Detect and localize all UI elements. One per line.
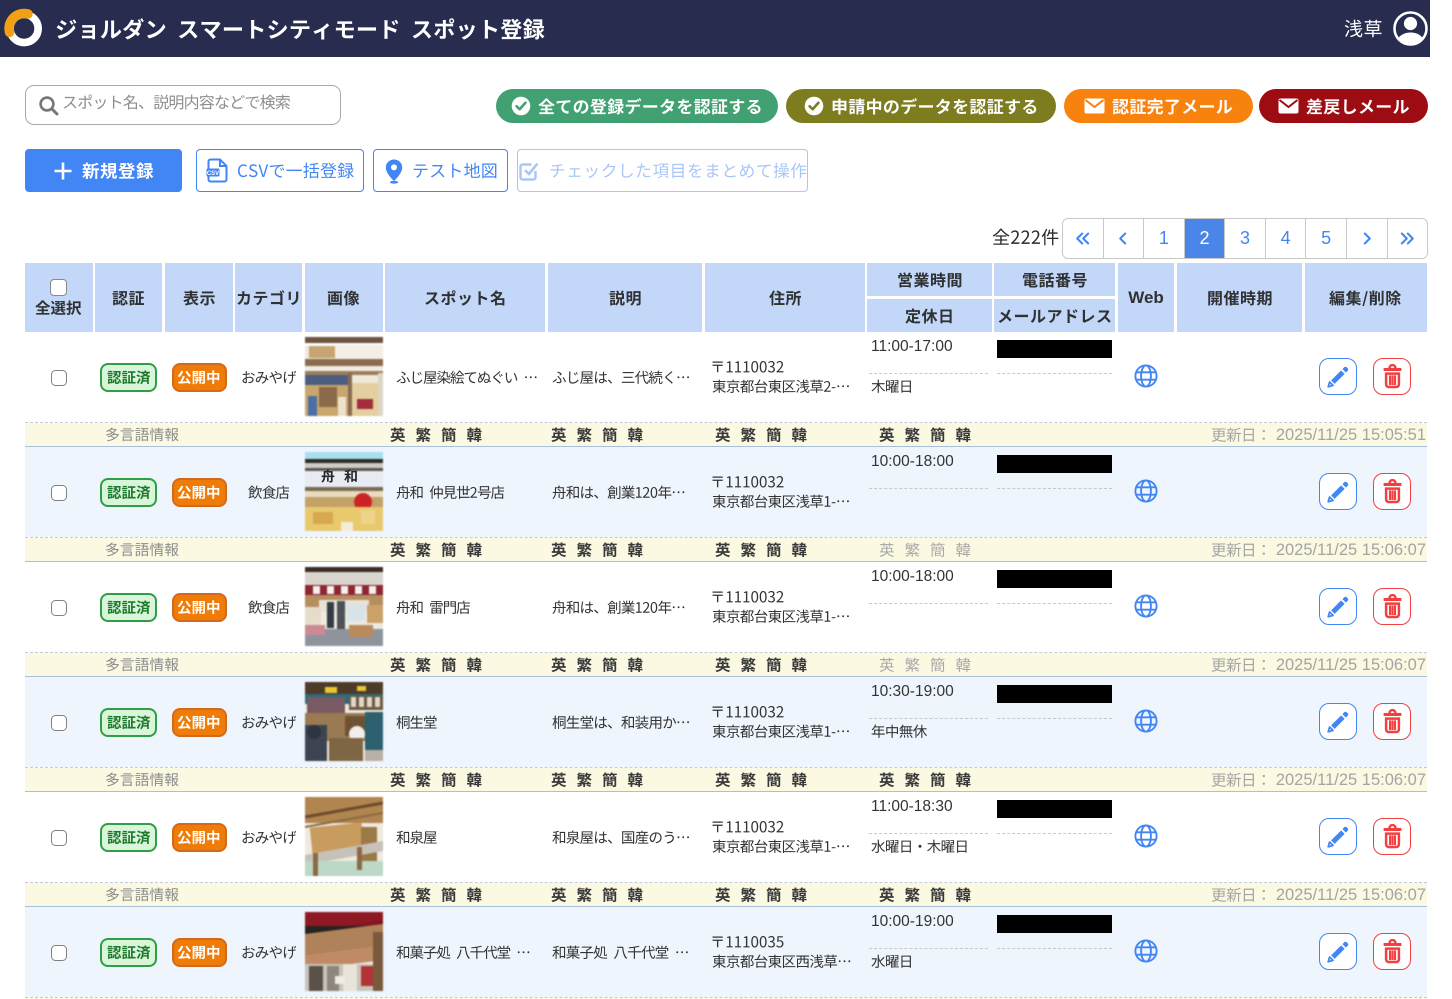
svg-text:CSV: CSV [207,171,219,177]
